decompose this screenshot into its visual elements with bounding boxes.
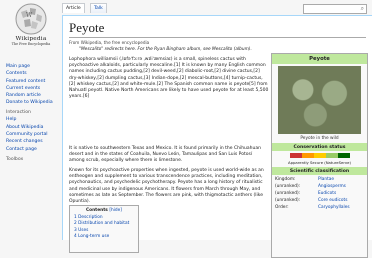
classification-table: Kingdom: Plantae (unranked): Angiosperms (… bbox=[272, 176, 367, 211]
distribution-paragraph: It is native to southwestern Texas and M… bbox=[69, 146, 261, 164]
table-row: (unranked): Core eudicots bbox=[272, 197, 367, 204]
rank-value[interactable]: Angiosperms bbox=[315, 183, 367, 190]
page-tabs: Article Talk ⌕ bbox=[62, 3, 372, 15]
title-divider bbox=[69, 37, 366, 38]
table-row: Order: Caryophyllales bbox=[272, 204, 367, 211]
status-scale-graphic[interactable] bbox=[289, 153, 350, 158]
sidebar-item-help[interactable]: Help bbox=[6, 117, 62, 122]
photo-caption: Peyote in the wild bbox=[300, 136, 339, 141]
table-row: (unranked): Eudicots bbox=[272, 190, 367, 197]
sidebar-navigation: Main page Contents Featured content Curr… bbox=[6, 64, 62, 164]
sidebar-heading-toolbox[interactable]: Toolbox bbox=[6, 157, 62, 162]
search-icon[interactable]: ⌕ bbox=[361, 5, 364, 13]
toc-title: Contents bbox=[86, 208, 108, 213]
intro-paragraph: Lophophora williamsii (ˌlɒfəˈfɔːrə ˌwɪli… bbox=[69, 57, 269, 100]
sidebar-item-featured-content[interactable]: Featured content bbox=[6, 79, 62, 84]
sidebar-item-recent-changes[interactable]: Recent changes bbox=[6, 139, 62, 144]
sidebar-heading-interaction[interactable]: Interaction bbox=[6, 110, 62, 115]
sidebar-item-main-page[interactable]: Main page bbox=[6, 64, 62, 69]
rank-label: (unranked): bbox=[275, 184, 301, 189]
sidebar-item-donate[interactable]: Donate to Wikipedia bbox=[6, 100, 62, 105]
rank-value[interactable]: Eudicots bbox=[315, 190, 367, 197]
tab-article[interactable]: Article bbox=[62, 3, 85, 13]
toc-item-long-term-use[interactable]: 4 Long-term use bbox=[74, 234, 134, 239]
hatnote: "Mescalito" redirects here. For the Ryan… bbox=[79, 47, 252, 52]
wikipedia-logo[interactable]: W Wikipedia The Free Encyclopedia bbox=[8, 2, 54, 46]
search-input[interactable]: ⌕ bbox=[303, 4, 367, 14]
rank-label: Kingdom: bbox=[275, 177, 296, 182]
rank-label: (unranked): bbox=[275, 198, 301, 203]
table-row: (unranked): Angiosperms bbox=[272, 183, 367, 190]
article-content: Peyote From Wikipedia, the free encyclop… bbox=[62, 15, 372, 258]
article-source-note: From Wikipedia, the free encyclopedia bbox=[69, 40, 150, 45]
table-row: Kingdom: Plantae bbox=[272, 176, 367, 183]
rank-value[interactable]: Core eudicots bbox=[315, 197, 367, 204]
taxobox-title: Peyote bbox=[272, 54, 367, 64]
sidebar-item-current-events[interactable]: Current events bbox=[6, 86, 62, 91]
puzzle-globe-icon: W bbox=[15, 3, 47, 35]
page-title: Peyote bbox=[69, 20, 105, 35]
tab-talk[interactable]: Talk bbox=[90, 3, 107, 13]
scientific-classification-heading[interactable]: Scientific classification bbox=[272, 167, 367, 175]
rank-label: Order: bbox=[275, 205, 289, 210]
conservation-status: Apparently Secure (NatureServe) bbox=[272, 153, 367, 165]
svg-text:W: W bbox=[26, 12, 33, 19]
table-of-contents: Contents [hide] 1 Description 2 Distribu… bbox=[69, 205, 139, 253]
toc-item-description[interactable]: 1 Description bbox=[74, 215, 134, 220]
sidebar-item-contact-page[interactable]: Contact page bbox=[6, 147, 62, 152]
rank-value[interactable]: Caryophyllales bbox=[315, 204, 367, 211]
sidebar-item-contents[interactable]: Contents bbox=[6, 71, 62, 76]
toc-item-uses[interactable]: 3 Uses bbox=[74, 228, 134, 233]
sidebar-item-about[interactable]: About Wikipedia bbox=[6, 125, 62, 130]
conservation-status-heading[interactable]: Conservation status bbox=[272, 143, 367, 151]
uses-paragraph: Known for its psychoactive properties wh… bbox=[69, 168, 264, 205]
sidebar: W Wikipedia The Free Encyclopedia Main p… bbox=[0, 0, 62, 240]
toc-item-distribution[interactable]: 2 Distribution and habitat bbox=[74, 221, 134, 226]
sidebar-item-random-article[interactable]: Random article bbox=[6, 93, 62, 98]
taxobox: Peyote Peyote in the wild Conservation s… bbox=[271, 53, 368, 258]
rank-label: (unranked): bbox=[275, 191, 301, 196]
logo-tagline: The Free Encyclopedia bbox=[11, 42, 51, 46]
status-label: Apparently Secure (NatureServe) bbox=[288, 160, 351, 165]
sidebar-item-community-portal[interactable]: Community portal bbox=[6, 132, 62, 137]
peyote-photo[interactable] bbox=[278, 66, 361, 134]
rank-value[interactable]: Plantae bbox=[315, 176, 367, 183]
toc-hide-toggle[interactable]: [hide] bbox=[109, 208, 122, 213]
